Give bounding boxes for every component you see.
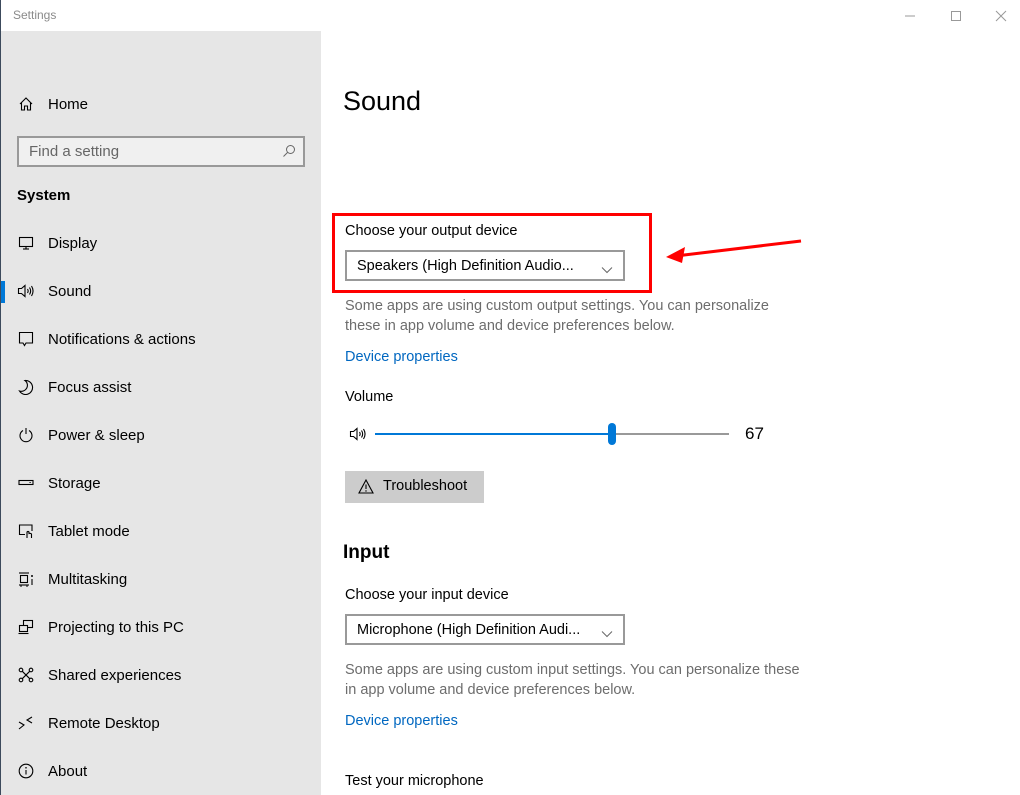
sidebar-item-label: Storage	[48, 474, 101, 492]
window-title: Settings	[13, 8, 57, 22]
sidebar-item-notifications[interactable]: Notifications & actions	[1, 319, 321, 359]
sidebar-item-multitasking[interactable]: Multitasking	[1, 559, 321, 599]
sidebar-item-label: Projecting to this PC	[48, 618, 184, 636]
search-icon[interactable]	[282, 144, 296, 163]
window-left-border	[0, 0, 1, 795]
sidebar-item-label: Focus assist	[48, 378, 132, 396]
sidebar-item-label: Display	[48, 234, 98, 252]
power-icon	[17, 426, 35, 444]
sidebar-item-display[interactable]: Display	[1, 223, 321, 263]
output-device-value: Speakers (High Definition Audio...	[357, 257, 574, 274]
remote-desktop-icon	[17, 714, 35, 732]
troubleshoot-label: Troubleshoot	[383, 478, 468, 494]
section-title-system: System	[17, 187, 71, 204]
chevron-down-icon	[601, 261, 613, 279]
sidebar-item-power-sleep[interactable]: Power & sleep	[1, 415, 321, 455]
title-bar: Settings	[0, 0, 1020, 31]
volume-label: Volume	[345, 389, 394, 405]
minimize-button[interactable]	[887, 0, 933, 31]
sidebar-item-label: Multitasking	[48, 570, 128, 588]
notifications-icon	[17, 330, 35, 348]
sidebar: Home System Display Sound Notifications …	[1, 31, 321, 795]
projecting-icon	[17, 618, 35, 636]
home-icon	[17, 95, 35, 113]
close-button[interactable]	[978, 0, 1020, 31]
sidebar-item-label: Remote Desktop	[48, 714, 160, 732]
main-content: Sound Choose your output device Speakers…	[321, 31, 1020, 795]
sidebar-item-about[interactable]: About	[1, 751, 321, 791]
test-microphone-label: Test your microphone	[345, 773, 484, 789]
output-description: Some apps are using custom output settin…	[345, 298, 769, 334]
volume-slider[interactable]	[375, 423, 729, 445]
page-title: Sound	[343, 86, 422, 116]
sidebar-item-label: About	[48, 762, 88, 780]
minimize-icon	[905, 15, 915, 16]
sidebar-item-label: Shared experiences	[48, 666, 182, 684]
input-device-dropdown[interactable]: Microphone (High Definition Audi...	[345, 614, 625, 645]
sidebar-item-label: Home	[48, 95, 89, 113]
input-heading: Input	[343, 542, 390, 563]
sidebar-item-remote-desktop[interactable]: Remote Desktop	[1, 703, 321, 743]
active-indicator	[1, 281, 5, 303]
sidebar-item-label: Tablet mode	[48, 522, 130, 540]
maximize-icon	[951, 10, 961, 21]
sidebar-item-label: Sound	[48, 282, 92, 300]
sidebar-item-shared-experiences[interactable]: Shared experiences	[1, 655, 321, 695]
moon-icon	[17, 378, 35, 396]
input-device-properties-link[interactable]: Device properties	[345, 713, 458, 729]
input-description: Some apps are using custom input setting…	[345, 662, 800, 698]
storage-icon	[17, 474, 35, 492]
chevron-down-icon	[601, 625, 613, 643]
troubleshoot-button[interactable]: Troubleshoot	[345, 471, 484, 503]
multitasking-icon	[17, 570, 35, 588]
sidebar-item-storage[interactable]: Storage	[1, 463, 321, 503]
slider-thumb[interactable]	[608, 423, 617, 445]
sidebar-item-projecting[interactable]: Projecting to this PC	[1, 607, 321, 647]
close-icon	[995, 10, 1007, 21]
search-box[interactable]	[17, 136, 305, 167]
sidebar-item-label: Notifications & actions	[48, 330, 196, 348]
sidebar-item-label: Power & sleep	[48, 426, 145, 444]
input-device-value: Microphone (High Definition Audi...	[357, 621, 581, 638]
search-input[interactable]	[19, 143, 269, 160]
sidebar-item-focus-assist[interactable]: Focus assist	[1, 367, 321, 407]
info-icon	[17, 762, 35, 780]
sidebar-item-tablet-mode[interactable]: Tablet mode	[1, 511, 321, 551]
shared-experiences-icon	[17, 666, 35, 684]
sidebar-item-home[interactable]: Home	[1, 84, 321, 124]
output-device-dropdown[interactable]: Speakers (High Definition Audio...	[345, 250, 625, 281]
output-device-properties-link[interactable]: Device properties	[345, 349, 458, 365]
slider-track-fill	[375, 433, 613, 435]
input-device-label: Choose your input device	[345, 587, 509, 603]
speaker-icon	[17, 282, 35, 300]
warning-icon	[358, 478, 374, 499]
speaker-icon[interactable]	[349, 426, 369, 447]
maximize-button[interactable]	[933, 0, 979, 31]
display-icon	[17, 234, 35, 252]
sidebar-item-sound[interactable]: Sound	[1, 271, 321, 311]
volume-value: 67	[745, 424, 764, 443]
tablet-mode-icon	[17, 522, 35, 540]
output-device-label: Choose your output device	[345, 223, 518, 239]
